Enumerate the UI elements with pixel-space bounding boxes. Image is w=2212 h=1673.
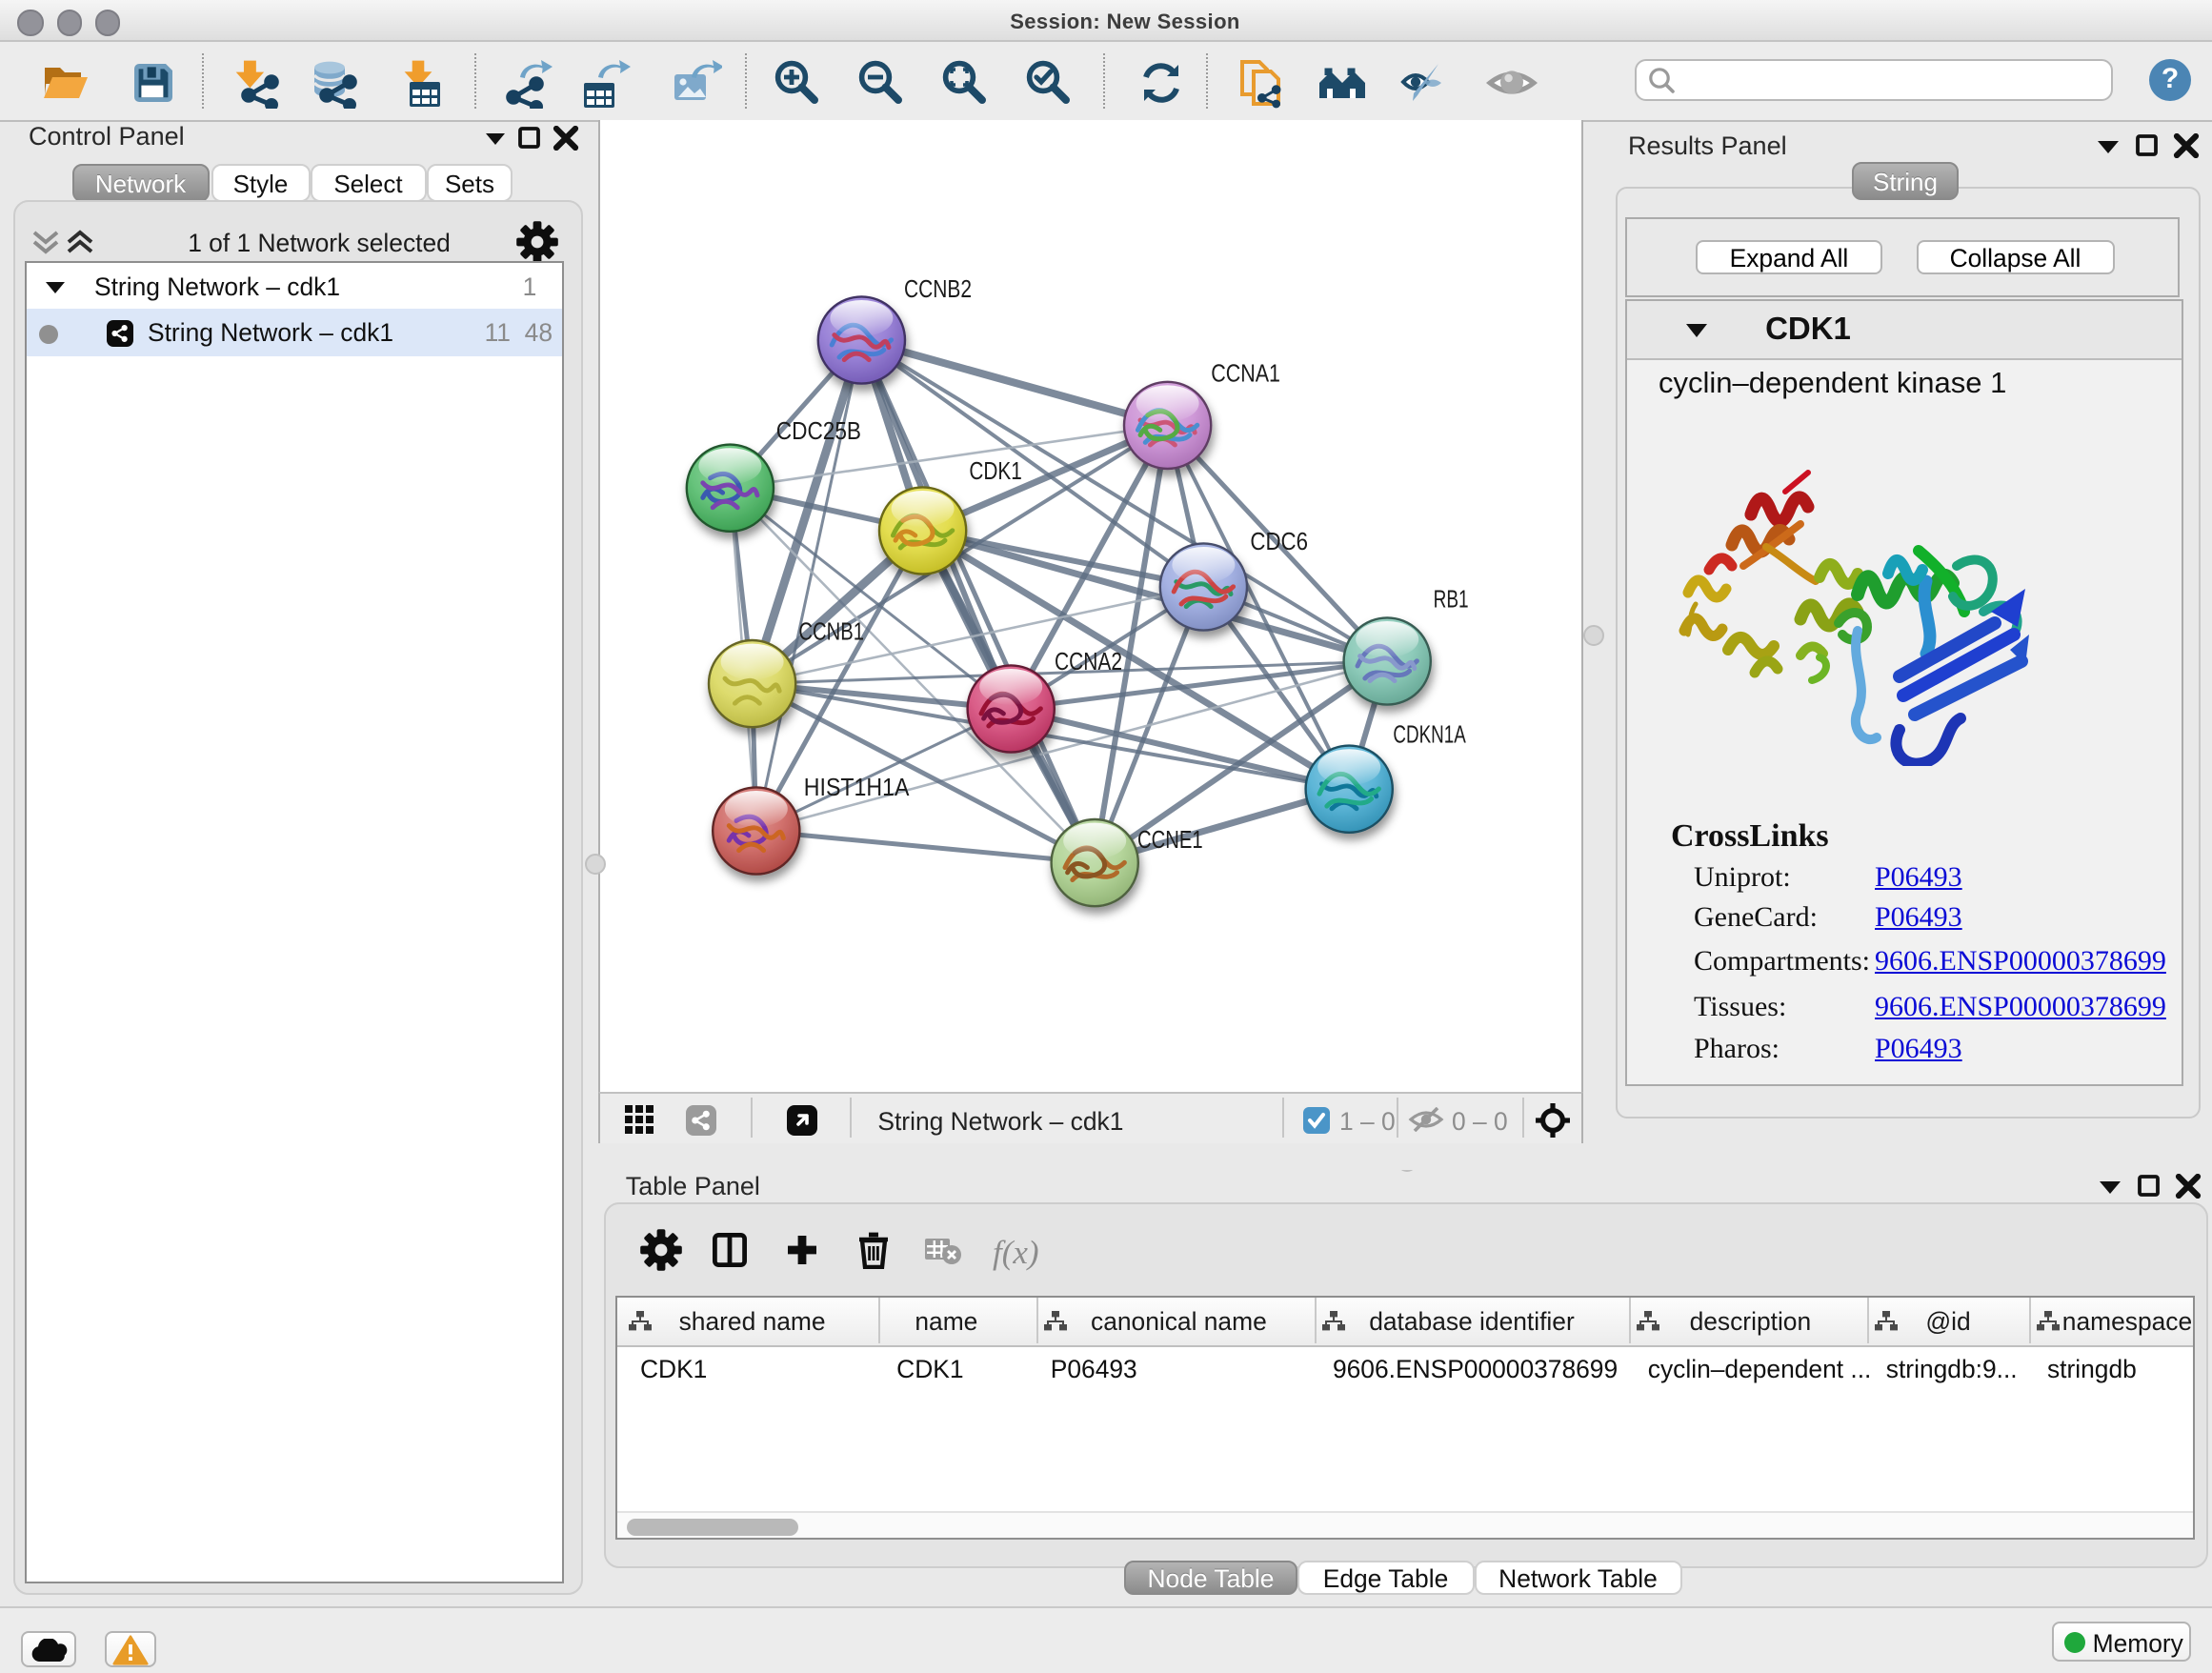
svg-text:HIST1H1A: HIST1H1A bbox=[804, 773, 910, 801]
svg-text:CCNB1: CCNB1 bbox=[798, 617, 864, 646]
svg-text:CDC25B: CDC25B bbox=[776, 416, 861, 445]
svg-text:CCNE1: CCNE1 bbox=[1137, 825, 1203, 854]
svg-text:CCNB2: CCNB2 bbox=[904, 274, 972, 303]
svg-text:CDK1: CDK1 bbox=[969, 456, 1021, 485]
svg-text:CCNA2: CCNA2 bbox=[1055, 647, 1122, 675]
svg-text:CDC6: CDC6 bbox=[1250, 527, 1308, 555]
svg-text:CCNA1: CCNA1 bbox=[1211, 358, 1280, 387]
svg-text:CDKN1A: CDKN1A bbox=[1393, 720, 1466, 749]
svg-text:RB1: RB1 bbox=[1434, 584, 1469, 613]
